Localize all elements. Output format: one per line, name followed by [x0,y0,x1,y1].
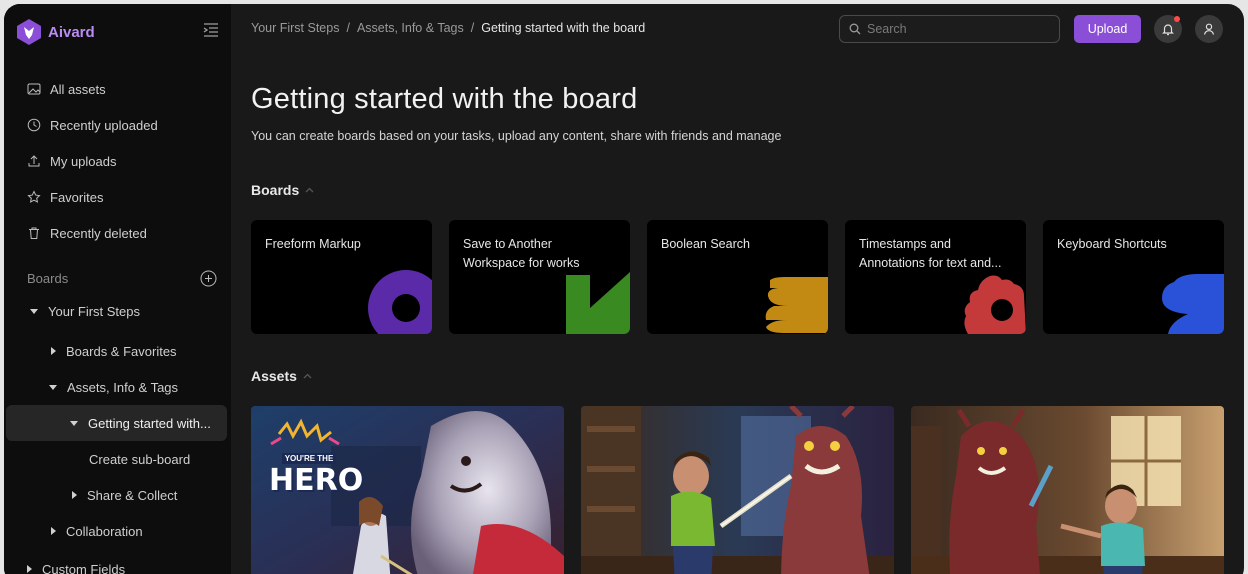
tree-item-collaboration[interactable]: Collaboration [4,513,231,549]
tree-label: Create sub-board [89,451,191,467]
asset-image [581,406,894,574]
asset-thumbnail[interactable] [581,406,894,574]
nav-label: Favorites [50,189,104,205]
expand-icon[interactable] [72,491,77,499]
page-title: Getting started with the board [251,83,638,115]
assets-section-label: Assets [251,368,297,384]
nav-recently-uploaded[interactable]: Recently uploaded [4,107,231,143]
chevron-up-icon[interactable] [305,187,314,193]
expand-icon[interactable] [51,527,56,535]
board-illustration [1162,274,1224,334]
tree-item-getting-started[interactable]: Getting started with... [6,405,227,441]
nav-label: Recently deleted [50,225,147,241]
search-icon [849,23,861,35]
expand-icon[interactable] [49,384,57,390]
star-icon [27,190,41,203]
add-board-icon[interactable] [200,270,217,287]
tree-label: Collaboration [66,523,143,539]
user-icon [1203,23,1215,35]
image-icon [27,83,41,95]
breadcrumb-separator: / [346,21,350,35]
upload-button[interactable]: Upload [1074,15,1141,43]
hero-badge-text: YOU'RE THE HERO [269,448,364,498]
board-illustration [765,277,828,333]
boards-tree: Your First Steps Boards & Favorites Asse… [4,293,231,574]
sidebar: Aivard All assets Recently uploaded My u… [4,4,231,574]
breadcrumb-item[interactable]: Assets, Info & Tags [357,21,464,35]
tree-item-assets-info-tags[interactable]: Assets, Info & Tags [4,369,231,405]
tree-item-boards-favorites[interactable]: Boards & Favorites [4,333,231,369]
nav-all-assets[interactable]: All assets [4,71,231,107]
app-window: Aivard All assets Recently uploaded My u… [4,4,1244,574]
board-card-keyboard-shortcuts[interactable]: Keyboard Shortcuts [1043,220,1224,334]
board-card-title: Boolean Search [661,237,750,251]
board-card-timestamps[interactable]: Timestamps and Annotations for text and.… [845,220,1026,334]
breadcrumb: Your First Steps / Assets, Info & Tags /… [251,21,645,35]
nav-label: My uploads [50,153,117,169]
logo[interactable]: Aivard [4,4,231,60]
assets-section-header[interactable]: Assets [251,368,312,384]
badge-line-2: HERO [269,463,364,498]
board-card-title: Timestamps and Annotations for text and.… [859,237,1002,270]
main-content: Your First Steps / Assets, Info & Tags /… [231,4,1244,574]
tree-label: Boards & Favorites [66,343,177,359]
top-bar: Your First Steps / Assets, Info & Tags /… [231,4,1244,54]
boards-section-label: Boards [251,182,300,198]
boards-section-header[interactable]: Boards [251,182,314,198]
tree-label: Custom Fields [42,561,126,574]
tree-label: Getting started with... [88,415,211,431]
expand-icon[interactable] [51,347,56,355]
expand-icon[interactable] [30,308,38,314]
expand-icon[interactable] [70,420,78,426]
search-input[interactable] [867,22,1047,36]
boards-heading-label: Boards [27,270,69,286]
trash-icon [29,227,39,239]
asset-image [911,406,1224,574]
chevron-up-icon[interactable] [303,373,312,379]
collapse-sidebar-icon[interactable] [203,23,219,37]
boards-grid: Freeform Markup Save to Another Workspac… [251,220,1224,334]
board-card-title: Keyboard Shortcuts [1057,237,1167,251]
tree-item-create-sub-board[interactable]: Create sub-board [4,441,231,477]
board-card-title: Freeform Markup [265,237,361,251]
asset-thumbnail[interactable] [911,406,1224,574]
board-illustration [368,270,432,334]
notification-badge [1174,16,1180,22]
nav-label: Recently uploaded [50,117,158,133]
nav-recently-deleted[interactable]: Recently deleted [4,215,231,251]
board-card-freeform-markup[interactable]: Freeform Markup [251,220,432,334]
breadcrumb-separator: / [470,21,475,35]
breadcrumb-item[interactable]: Your First Steps [251,21,339,35]
tree-item-share-collect[interactable]: Share & Collect [4,477,231,513]
board-card-save-to-workspace[interactable]: Save to Another Workspace for works [449,220,630,334]
boards-heading: Boards [4,260,231,296]
assets-grid: YOU'RE THE HERO [251,406,1224,574]
tree-item-custom-fields[interactable]: Custom Fields [4,551,231,574]
page-description: You can create boards based on your task… [251,129,782,143]
logo-icon [17,19,41,45]
clock-icon [27,118,41,132]
board-card-title: Save to Another Workspace for works [463,237,580,270]
notifications-button[interactable] [1154,15,1182,43]
tree-label: Your First Steps [48,303,141,319]
tree-label: Share & Collect [87,487,178,503]
asset-thumbnail[interactable]: YOU'RE THE HERO [251,406,564,574]
board-card-boolean-search[interactable]: Boolean Search [647,220,828,334]
tree-label: Assets, Info & Tags [67,379,179,395]
search-box[interactable] [839,15,1060,43]
nav-favorites[interactable]: Favorites [4,179,231,215]
profile-button[interactable] [1195,15,1223,43]
nav-my-uploads[interactable]: My uploads [4,143,231,179]
tree-item-your-first-steps[interactable]: Your First Steps [4,293,231,329]
breadcrumb-current: Getting started with the board [481,21,646,35]
upload-icon [28,155,40,167]
expand-icon[interactable] [27,565,32,573]
board-illustration [964,275,1026,334]
board-illustration [566,272,630,334]
nav-label: All assets [50,81,106,97]
bell-icon [1162,24,1174,36]
app-name: Aivard [48,23,95,41]
